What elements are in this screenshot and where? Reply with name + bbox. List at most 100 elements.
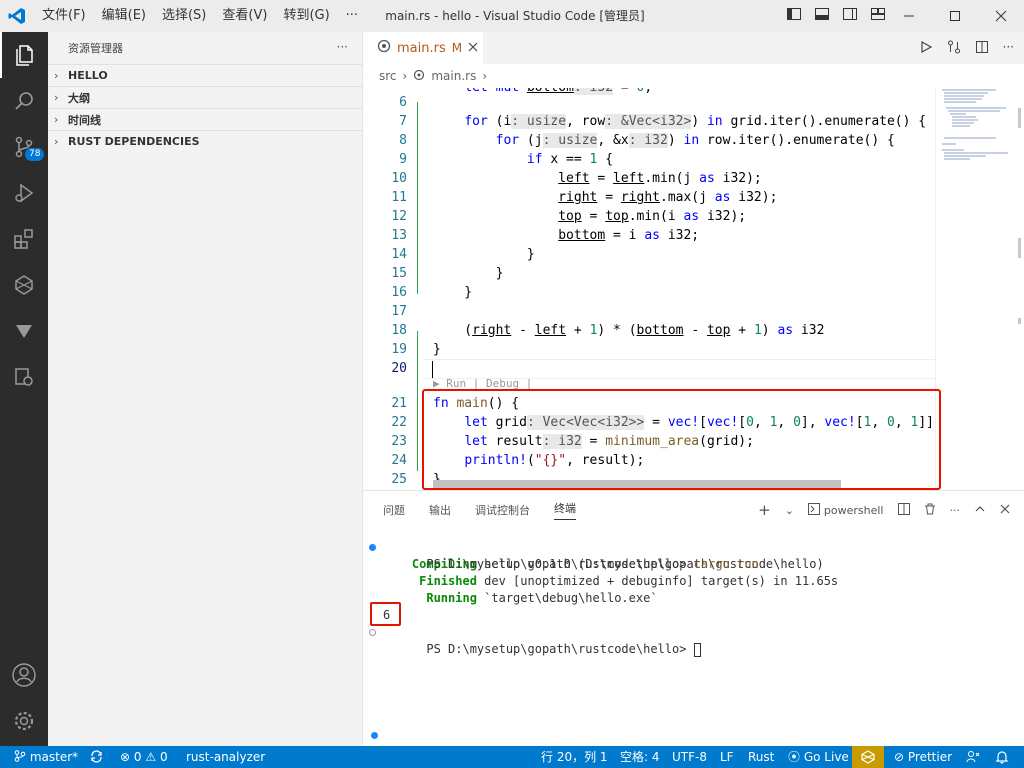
settings-gear-icon[interactable] [0, 698, 48, 744]
split-terminal-icon[interactable] [897, 502, 910, 518]
menu-go[interactable]: 转到(G) [275, 0, 337, 32]
chevron-right-icon: › [54, 135, 59, 148]
more-actions-icon[interactable]: ··· [950, 504, 961, 517]
minimize-icon[interactable] [886, 0, 932, 32]
terminal-command: cargo run [693, 557, 759, 571]
explorer-icon[interactable] [0, 32, 48, 78]
modified-indicator: M [451, 41, 463, 55]
warning-count: 0 [159, 750, 168, 764]
new-terminal-icon[interactable]: + [758, 501, 771, 519]
account-icon[interactable] [0, 652, 48, 698]
highlight-box-main-function [422, 389, 941, 490]
chevron-right-icon: › [54, 69, 59, 82]
toggle-panel-icon[interactable] [814, 6, 830, 25]
vscode-logo-icon [0, 0, 34, 32]
split-editor-icon[interactable] [975, 40, 989, 57]
menu-view[interactable]: 查看(V) [214, 0, 275, 32]
section-timeline[interactable]: › 时间线 [48, 108, 362, 130]
warning-icon: ⚠ [145, 750, 157, 764]
terminal-prompt: PS D:\mysetup\gopath\rustcode\hello> [426, 557, 694, 571]
chevron-down-icon[interactable]: ⌄ [785, 504, 794, 517]
search-icon[interactable] [0, 78, 48, 124]
terminal-shell-label[interactable]: powershell [824, 504, 884, 517]
line-number: 20 [391, 361, 407, 376]
go-live-button[interactable]: ⦿ Go Live [788, 746, 849, 768]
breadcrumb-main-rs[interactable]: main.rs [431, 69, 476, 83]
chevron-right-icon: › [54, 113, 59, 126]
activity-bar: 78 [0, 32, 48, 746]
code-line: } [433, 266, 504, 281]
terminal-cursor [693, 642, 701, 657]
line-number: 24 [391, 453, 407, 468]
remote-explorer-icon[interactable] [0, 308, 48, 354]
section-outline[interactable]: › 大纲 [48, 86, 362, 108]
line-number: 9 [399, 152, 407, 167]
more-actions-icon[interactable]: ··· [1003, 40, 1014, 57]
terminal-line: 6 [363, 607, 1024, 624]
cargo-status-label: Finished [419, 574, 477, 588]
extension-status-icon[interactable] [852, 746, 884, 768]
tab-output[interactable]: 输出 [429, 502, 451, 518]
tab-problems[interactable]: 问题 [383, 502, 405, 518]
maximize-panel-icon[interactable] [974, 503, 986, 518]
problems-indicator[interactable]: ⊗ 0 ⚠ 0 [120, 746, 168, 768]
section-rust-dependencies[interactable]: › RUST DEPENDENCIES [48, 130, 362, 152]
code-line: } [433, 342, 441, 357]
prettier-status[interactable]: ⊘ Prettier [894, 746, 952, 768]
menu-edit[interactable]: 编辑(E) [94, 0, 154, 32]
tab-debug-console[interactable]: 调试控制台 [475, 502, 530, 518]
cursor-position[interactable]: 行 20，列 1 [541, 746, 608, 768]
current-line-highlight [423, 359, 935, 379]
close-tab-icon[interactable] [468, 41, 478, 56]
git-change-gutter [417, 102, 418, 294]
branch-name: master* [29, 750, 79, 764]
section-hello[interactable]: › HELLO [48, 64, 362, 86]
notifications-bell-icon[interactable] [995, 746, 1009, 768]
section-label: 时间线 [68, 113, 101, 127]
command-pending-dot [369, 629, 376, 636]
error-icon: ⊗ [120, 750, 131, 764]
maximize-icon[interactable] [932, 0, 978, 32]
line-number: 15 [391, 266, 407, 281]
end-of-line[interactable]: LF [720, 746, 734, 768]
test-explorer-icon[interactable] [0, 354, 48, 400]
language-mode[interactable]: Rust [748, 746, 774, 768]
gitlens-icon[interactable] [0, 262, 48, 308]
branch-indicator[interactable]: master* [14, 746, 78, 768]
more-actions-icon[interactable]: ··· [337, 40, 348, 54]
tab-terminal[interactable]: 终端 [554, 500, 576, 520]
prettier-label: Prettier [907, 750, 953, 764]
minimap[interactable] [935, 88, 1024, 490]
line-number: 7 [399, 114, 407, 129]
breadcrumb-src[interactable]: src [379, 69, 397, 83]
menu-file[interactable]: 文件(F) [34, 0, 94, 32]
source-control-icon[interactable]: 78 [0, 124, 48, 170]
open-changes-icon[interactable] [947, 40, 961, 57]
sync-icon[interactable] [90, 746, 103, 768]
indentation[interactable]: 空格: 4 [620, 746, 660, 768]
editor-tab-bar: main.rs M ··· [363, 32, 1024, 64]
extensions-icon[interactable] [0, 216, 48, 262]
bottom-panel: 问题 输出 调试控制台 终端 + ⌄ powershell ··· PS D:\… [363, 490, 1024, 746]
toggle-sidebar-icon[interactable] [786, 6, 802, 25]
encoding[interactable]: UTF-8 [672, 746, 707, 768]
code-line: left = left.min(j as i32); [558, 171, 762, 186]
tab-main-rs[interactable]: main.rs M [363, 32, 483, 64]
cargo-status-text: `target\debug\hello.exe` [476, 591, 658, 605]
close-window-icon[interactable] [978, 0, 1024, 32]
close-panel-icon[interactable] [1000, 504, 1010, 517]
line-number: 19 [391, 342, 407, 357]
cargo-status-text: dev [unoptimized + debuginfo] target(s) … [476, 574, 839, 588]
trash-icon[interactable] [924, 503, 936, 518]
rust-analyzer-status[interactable]: rust-analyzer [186, 746, 265, 768]
run-debug-icon[interactable] [0, 170, 48, 216]
menu-selection[interactable]: 选择(S) [154, 0, 214, 32]
source-control-badge: 78 [25, 148, 45, 161]
chevron-right-icon: › [54, 91, 59, 104]
toggle-secondary-sidebar-icon[interactable] [842, 6, 858, 25]
customize-layout-icon[interactable] [870, 6, 886, 25]
feedback-icon[interactable] [966, 746, 980, 768]
run-icon[interactable] [919, 40, 933, 57]
terminal-output[interactable]: PS D:\mysetup\gopath\rustcode\hello> car… [363, 539, 1024, 657]
explorer-title: 资源管理器 [68, 42, 123, 55]
